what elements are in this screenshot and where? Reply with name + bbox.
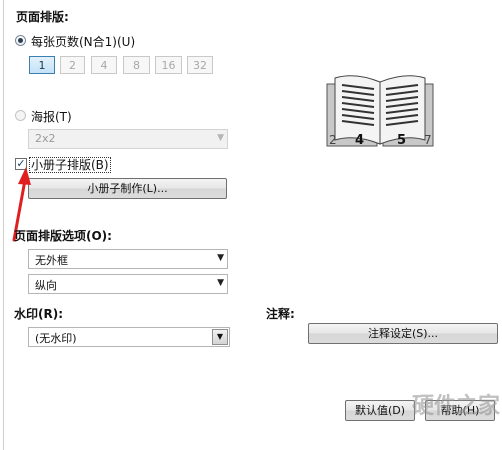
preview-page-4: 4: [355, 133, 364, 148]
booklet-make-button[interactable]: 小册子制作(L)...: [28, 178, 227, 199]
pages-option-16[interactable]: 16: [155, 56, 182, 74]
preview-page-5: 5: [397, 133, 406, 148]
booklet-preview-image: 2 4 5 7: [326, 75, 434, 148]
watermark-select[interactable]: (无水印) ▼: [28, 327, 230, 347]
pages-option-8[interactable]: 8: [123, 56, 150, 74]
poster-radio[interactable]: [15, 110, 26, 121]
pages-option-2[interactable]: 2: [60, 56, 85, 74]
pages-per-sheet-radio[interactable]: [15, 35, 26, 46]
page-layout-title: 页面排版:: [16, 10, 69, 24]
pages-option-4[interactable]: 4: [91, 56, 117, 74]
poster-size-value: 2x2: [35, 132, 56, 145]
preview-page-2: 2: [329, 133, 337, 147]
chevron-down-icon: ▼: [217, 253, 224, 263]
annotation-settings-button[interactable]: 注释设定(S)...: [308, 323, 498, 344]
poster-size-select[interactable]: 2x2 ▼: [28, 129, 228, 149]
preview-page-7: 7: [424, 133, 432, 147]
orientation-select-value: 纵向: [35, 279, 57, 292]
orientation-select[interactable]: 纵向 ▼: [28, 274, 228, 294]
booklet-label-wrap: 小册子排版(B): [29, 156, 111, 173]
left-border-line: [3, 0, 4, 450]
pages-option-1[interactable]: 1: [29, 56, 55, 74]
border-select[interactable]: 无外框 ▼: [28, 249, 228, 269]
pages-per-sheet-label: 每张页数(N合1)(U): [31, 35, 136, 49]
border-select-value: 无外框: [35, 254, 68, 267]
poster-label: 海报(T): [31, 110, 72, 124]
chevron-down-icon: ▼: [212, 329, 228, 345]
pages-option-32[interactable]: 32: [187, 56, 213, 74]
chevron-down-icon: ▼: [217, 278, 224, 288]
chevron-down-icon: ▼: [217, 133, 224, 143]
default-button[interactable]: 默认值(D): [345, 400, 415, 421]
watermark-label: 水印(R):: [14, 307, 64, 321]
annotation-label: 注释:: [266, 307, 295, 321]
site-watermark-text: 硬件之家: [411, 394, 500, 419]
watermark-select-value: (无水印): [35, 332, 77, 345]
booklet-label: 小册子排版(B): [29, 157, 111, 173]
layout-options-title: 页面排版选项(O):: [14, 229, 112, 243]
